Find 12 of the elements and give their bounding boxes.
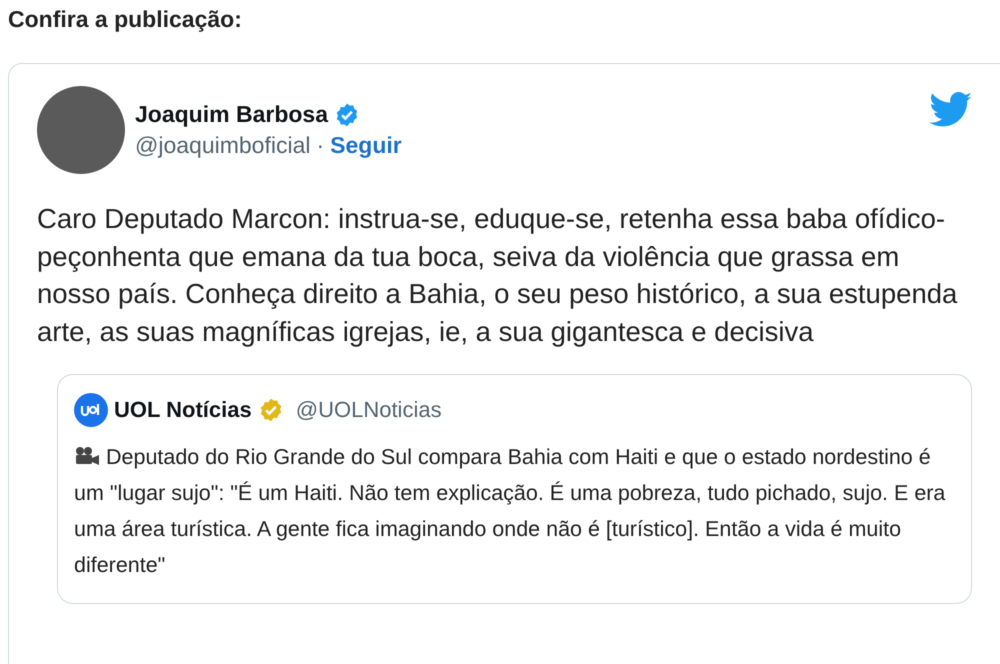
section-heading: Confira a publicação:: [8, 6, 243, 33]
quoted-author-handle: @UOLNoticias: [296, 397, 442, 423]
quoted-tweet-text: Deputado do Rio Grande do Sul compara Bahia com Haiti e que o estado nordestino é um "lugar sujo": "É um Haiti. Não tem explicação. É uma pobreza, tudo pichado, sujo. E era uma área turística. A gente fica imaginando onde não é [turístico]. Então a vida é muito diferente": [74, 444, 946, 579]
news-logo-icon: [74, 393, 108, 427]
bird-logo-icon: [929, 92, 973, 128]
author-handle: @joaquimboficial: [135, 132, 310, 159]
movie-camera-icon: [74, 446, 100, 466]
follow-link[interactable]: Seguir: [330, 132, 402, 159]
separator: ·: [316, 132, 324, 159]
quoted-author-name: UOL Notícias: [114, 397, 252, 423]
author-name: Joaquim Barbosa: [135, 101, 328, 128]
tweet-text: Caro Deputado Marcon: instrua-se, eduque-se, retenha essa baba ofídico-peçonhenta que emana da tua boca, seiva da violência que grassa em nosso país. Conheça direito a Bahia, o seu peso histórico, a sua estupenda arte, as suas magníficas igrejas, ie, a sua gigantesca e decisiva: [37, 202, 958, 349]
